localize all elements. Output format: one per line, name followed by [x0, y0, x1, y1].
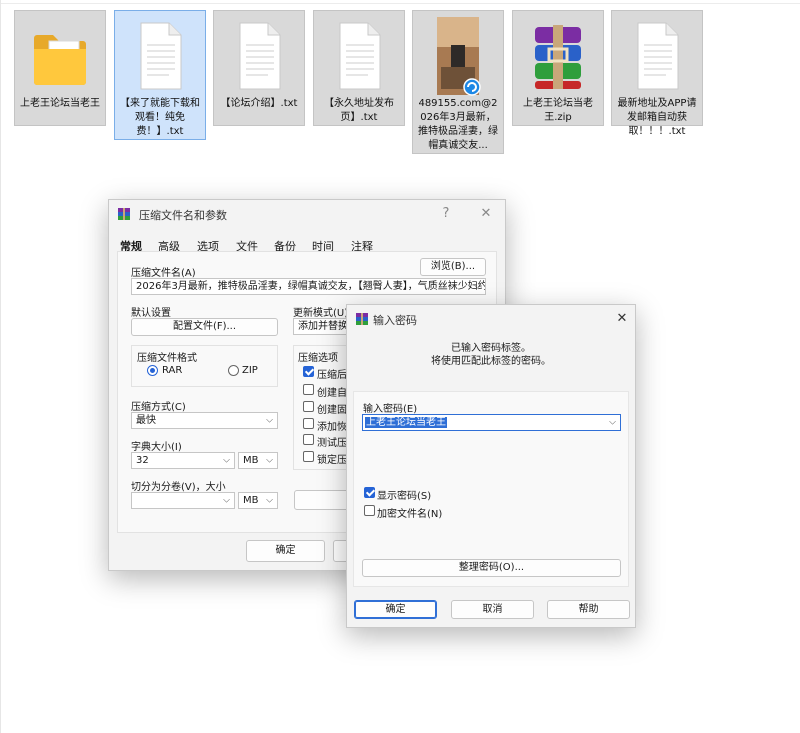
- update-mode-label: 更新模式(U): [293, 308, 349, 319]
- dict-size-combo[interactable]: 32 ⌵: [131, 452, 235, 469]
- archive-name-combo[interactable]: 2026年3月最新，推特极品淫妻，绿帽真诚交友，【翘臀人妻】，气质丝袜少妇约 ⌵: [131, 278, 486, 295]
- format-zip-label: ZIP: [242, 365, 258, 376]
- text-file-icon: [140, 22, 182, 90]
- ok-button[interactable]: 确定: [246, 540, 325, 562]
- option-checkbox-test[interactable]: [303, 434, 314, 445]
- cancel-button[interactable]: 取消: [451, 600, 534, 619]
- archive-name-value: 2026年3月最新，推特极品淫妻，绿帽真诚交友，【翘臀人妻】，气质丝袜少妇约: [136, 281, 486, 292]
- profiles-button[interactable]: 配置文件(F)...: [131, 318, 278, 336]
- option-label: 创建固: [317, 405, 347, 416]
- chevron-down-icon: ⌵: [266, 415, 273, 425]
- organize-passwords-button[interactable]: 整理密码(O)...: [362, 559, 621, 577]
- option-label: 添加恢: [317, 422, 347, 433]
- file-tile-txt-address[interactable]: 【永久地址发布页】.txt: [313, 10, 405, 126]
- format-rar-radio[interactable]: [147, 365, 158, 376]
- method-label: 压缩方式(C): [131, 402, 186, 413]
- file-tile-txt-download[interactable]: 【来了就能下载和观看！纯免费！】.txt: [114, 10, 206, 140]
- format-rar-label: RAR: [162, 365, 183, 376]
- file-label: 【来了就能下载和观看！纯免费！】.txt: [120, 98, 200, 137]
- file-tile-zip[interactable]: 上老王论坛当老王.zip: [512, 10, 604, 126]
- file-label: 上老王论坛当老王.zip: [523, 98, 593, 123]
- option-label: 测试压: [317, 438, 347, 449]
- show-password-label: 显示密码(S): [377, 491, 432, 502]
- show-password-checkbox[interactable]: [364, 487, 375, 498]
- chevron-down-icon: ⌵: [474, 281, 481, 291]
- method-value: 最快: [136, 415, 156, 426]
- password-dialog: 输入密码 ✕ 已输入密码标签。 将使用匹配此标签的密码。 输入密码(E) 上老王…: [346, 304, 636, 628]
- encrypt-filenames-checkbox[interactable]: [364, 505, 375, 516]
- chevron-down-icon: ⌵: [266, 455, 273, 465]
- file-tile-txt-intro[interactable]: 【论坛介绍】.txt: [213, 10, 305, 126]
- text-file-icon: [239, 22, 281, 90]
- format-label: 压缩文件格式: [137, 353, 197, 364]
- dict-size-label: 字典大小(I): [131, 442, 182, 453]
- password-value: 上老王论坛当老王: [365, 417, 447, 428]
- dict-size-value: 32: [136, 455, 149, 466]
- archive-name-label: 压缩文件名(A): [131, 268, 196, 279]
- option-checkbox-sfx[interactable]: [303, 384, 314, 395]
- split-unit-combo[interactable]: MB ⌵: [238, 492, 278, 509]
- ok-button[interactable]: 确定: [354, 600, 437, 619]
- top-divider: [0, 3, 800, 4]
- video-thumbnail-icon: [437, 17, 481, 96]
- dialog-title: 输入密码: [373, 314, 417, 327]
- info-line: 已输入密码标签。: [451, 343, 531, 354]
- winrar-app-icon: [356, 313, 368, 325]
- option-checkbox-delete[interactable]: [303, 366, 314, 377]
- dict-unit-value: MB: [243, 455, 259, 466]
- file-label: 【论坛介绍】.txt: [220, 98, 298, 109]
- file-label: 最新地址及APP请发邮箱自动获取！！！.txt: [617, 98, 697, 137]
- file-tile-video[interactable]: 489155.com@2026年3月最新，推特极品淫妻，绿帽真诚交友...: [412, 10, 504, 154]
- dict-unit-combo[interactable]: MB ⌵: [238, 452, 278, 469]
- dialog-title: 压缩文件名和参数: [139, 209, 227, 222]
- archiving-options-label: 压缩选项: [298, 353, 338, 364]
- password-input[interactable]: 上老王论坛当老王 ⌵: [362, 414, 621, 431]
- text-file-icon: [637, 22, 679, 90]
- folder-icon: [34, 35, 86, 85]
- chevron-down-icon: ⌵: [223, 455, 230, 465]
- file-tile-txt-app[interactable]: 最新地址及APP请发邮箱自动获取！！！.txt: [611, 10, 703, 137]
- split-unit-value: MB: [243, 495, 259, 506]
- option-label: 锁定压: [317, 455, 347, 466]
- text-file-icon: [339, 22, 381, 90]
- close-button[interactable]: ✕: [611, 309, 633, 329]
- option-checkbox-recovery[interactable]: [303, 418, 314, 429]
- default-settings-label: 默认设置: [131, 308, 171, 319]
- split-volumes-label: 切分为分卷(V)，大小: [131, 482, 226, 493]
- info-text: 已输入密码标签。 将使用匹配此标签的密码。: [347, 342, 635, 368]
- help-button[interactable]: ?: [435, 204, 457, 224]
- close-button[interactable]: ✕: [475, 204, 497, 224]
- file-tile-folder[interactable]: 上老王论坛当老王: [14, 10, 106, 126]
- chevron-down-icon: ⌵: [609, 417, 616, 427]
- format-zip-radio[interactable]: [228, 365, 239, 376]
- help-button[interactable]: 帮助: [547, 600, 630, 619]
- file-label: 【永久地址发布页】.txt: [324, 98, 394, 123]
- option-checkbox-lock[interactable]: [303, 451, 314, 462]
- option-label: 创建自: [317, 388, 347, 399]
- set-password-button[interactable]: [294, 490, 354, 510]
- chevron-down-icon: ⌵: [266, 495, 273, 505]
- file-label: 上老王论坛当老王: [20, 98, 100, 109]
- password-label: 输入密码(E): [363, 404, 418, 415]
- left-divider: [0, 0, 1, 733]
- encrypt-filenames-label: 加密文件名(N): [377, 509, 443, 520]
- browse-button[interactable]: 浏览(B)...: [420, 258, 486, 276]
- method-combo[interactable]: 最快 ⌵: [131, 412, 278, 429]
- split-size-combo[interactable]: ⌵: [131, 492, 235, 509]
- file-label: 489155.com@2026年3月最新，推特极品淫妻，绿帽真诚交友...: [418, 98, 498, 151]
- option-checkbox-solid[interactable]: [303, 401, 314, 412]
- winrar-app-icon: [118, 208, 130, 220]
- winrar-archive-icon: [535, 25, 581, 89]
- info-line: 将使用匹配此标签的密码。: [431, 356, 551, 367]
- chevron-down-icon: ⌵: [223, 495, 230, 505]
